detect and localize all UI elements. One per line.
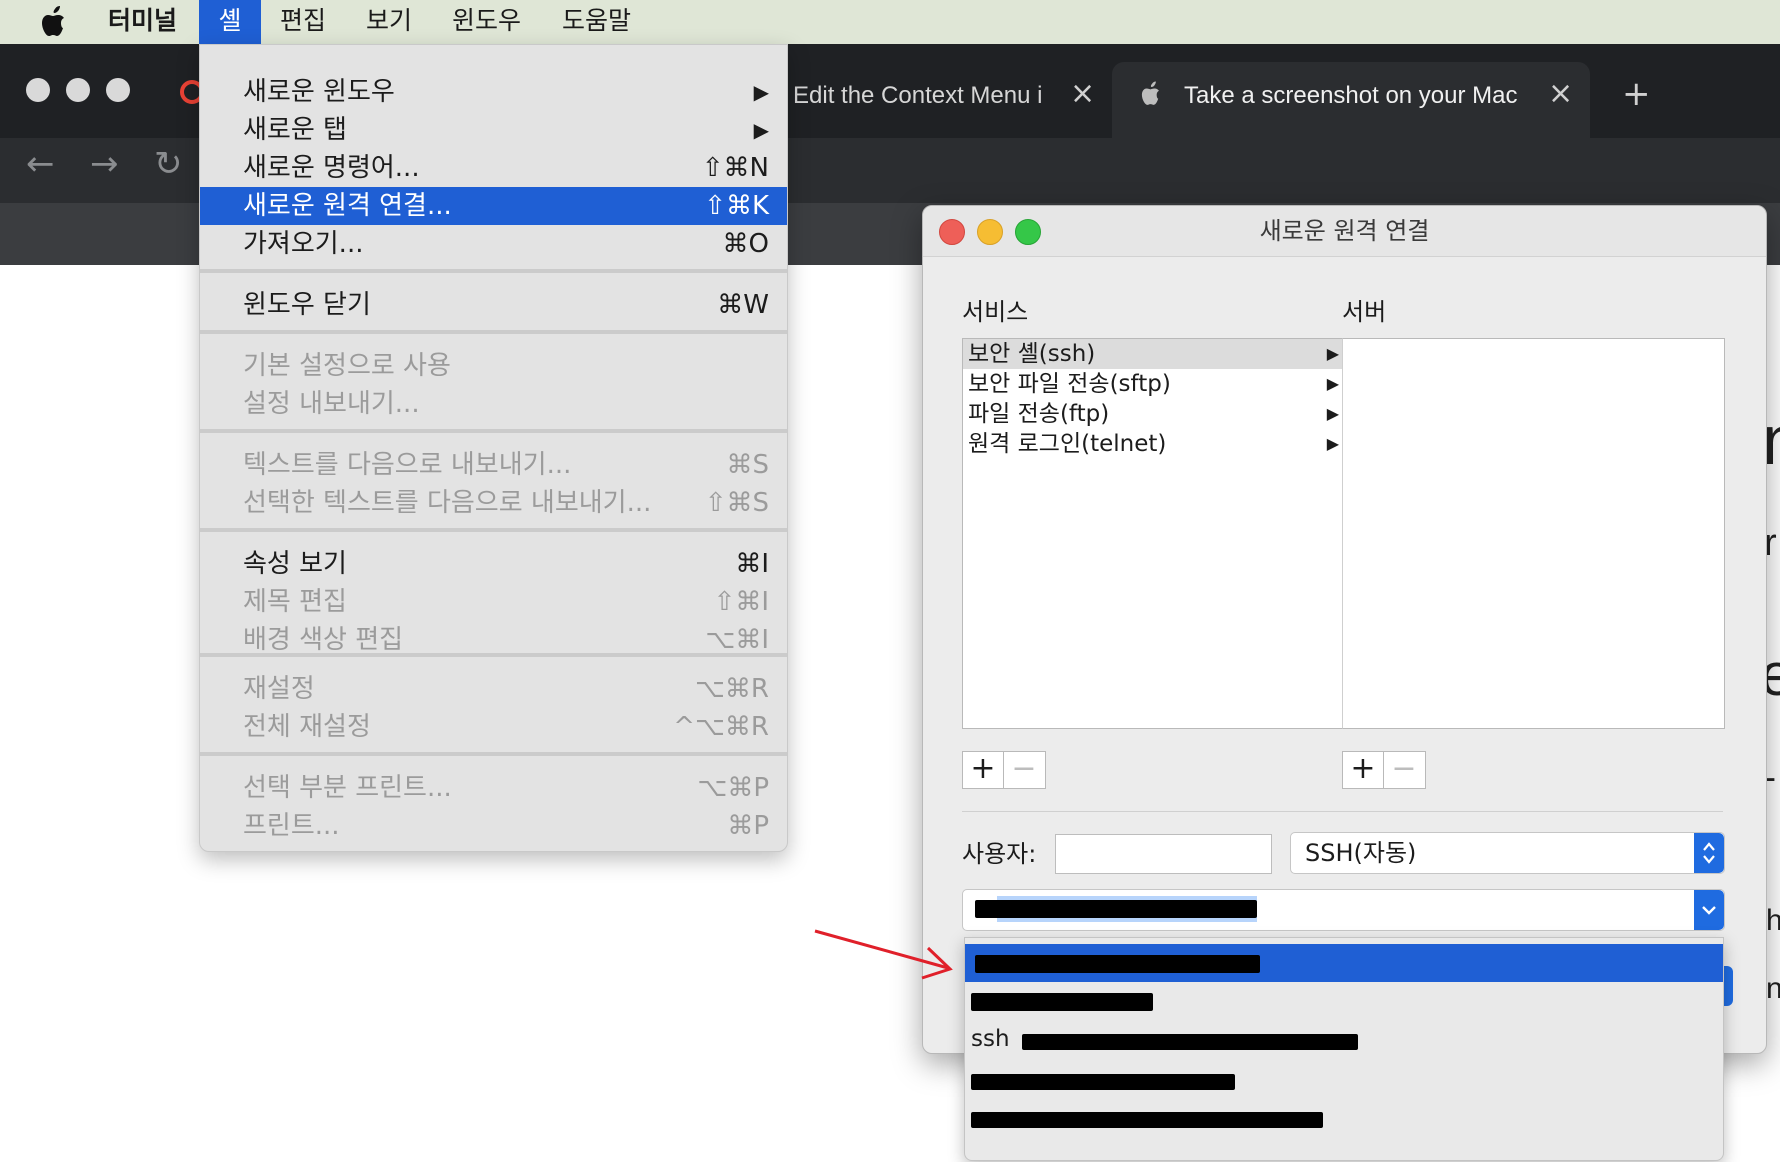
- service-row-sftp[interactable]: 보안 파일 전송(sftp) ▶: [963, 369, 1343, 399]
- submenu-arrow-icon: ▶: [753, 80, 769, 104]
- server-address-combo[interactable]: [962, 889, 1725, 931]
- menu-item-import[interactable]: 가져오기... ⌘O: [200, 225, 787, 263]
- page-text-fragment: h: [1766, 904, 1780, 937]
- stepper-arrows-icon: [1694, 833, 1724, 873]
- history-item[interactable]: [965, 944, 1723, 982]
- history-item[interactable]: ssh: [965, 1020, 1723, 1058]
- server-add-remove-group: + −: [1342, 751, 1426, 789]
- menu-item-show-inspector[interactable]: 속성 보기 ⌘I: [200, 545, 787, 583]
- dialog-titlebar: 새로운 원격 연결: [923, 206, 1766, 257]
- disclosure-arrow-icon: ▶: [1326, 374, 1339, 393]
- menu-item-hard-reset[interactable]: 전체 재설정 ^⌥⌘R: [200, 708, 787, 746]
- menu-edit[interactable]: 편집: [280, 0, 326, 44]
- servers-header: 서버: [1342, 298, 1387, 326]
- new-tab-icon[interactable]: +: [1622, 74, 1651, 114]
- menu-separator: [200, 653, 787, 657]
- user-label: 사용자:: [962, 840, 1037, 868]
- services-list[interactable]: 보안 셸(ssh) ▶ 보안 파일 전송(sftp) ▶ 파일 전송(ftp) ▶ 원…: [962, 338, 1344, 729]
- tab-title-screenshot[interactable]: Take a screenshot on your Mac: [1184, 82, 1532, 110]
- menu-item-print-selection[interactable]: 선택 부분 프린트... ⌥⌘P: [200, 769, 787, 807]
- menu-terminal[interactable]: 터미널: [108, 0, 177, 44]
- history-item[interactable]: [965, 982, 1723, 1020]
- menu-view[interactable]: 보기: [366, 0, 412, 44]
- dialog-title: 새로운 원격 연결: [1259, 217, 1430, 245]
- window-minimize-dot[interactable]: [66, 78, 90, 102]
- dialog-separator: [962, 811, 1723, 812]
- menu-item-new-tab[interactable]: 새로운 탭 ▶: [200, 111, 787, 149]
- page-text-fragment: n: [1766, 972, 1780, 1005]
- history-item[interactable]: [965, 1096, 1723, 1134]
- add-server-button[interactable]: +: [1343, 752, 1383, 788]
- menu-separator: [200, 330, 787, 334]
- shell-dropdown-menu: 새로운 윈도우 ▶ 새로운 탭 ▶ 새로운 명령어... ⇧⌘N 새로운 원격 연결.…: [199, 44, 788, 852]
- menu-separator: [200, 528, 787, 532]
- menu-window[interactable]: 윈도우: [452, 0, 521, 44]
- disclosure-arrow-icon: ▶: [1326, 434, 1339, 453]
- menu-separator: [200, 752, 787, 756]
- service-row-ssh[interactable]: 보안 셸(ssh) ▶: [963, 339, 1343, 369]
- redacted-address: [975, 955, 1260, 973]
- annotation-arrow-icon: [814, 929, 953, 980]
- menu-item-export-settings[interactable]: 설정 내보내기...: [200, 385, 787, 423]
- apple-favicon-icon: [1140, 80, 1164, 112]
- remove-service-button[interactable]: −: [1004, 752, 1044, 788]
- services-header: 서비스: [962, 298, 1029, 326]
- service-add-remove-group: + −: [962, 751, 1046, 789]
- chevron-down-icon[interactable]: [1694, 890, 1724, 930]
- forward-icon[interactable]: →: [90, 144, 119, 184]
- redacted-address: [1022, 1034, 1358, 1050]
- redacted-address: [975, 900, 1257, 918]
- history-item-prefix: ssh: [971, 1026, 1010, 1052]
- redacted-address: [971, 993, 1153, 1011]
- disclosure-arrow-icon: ▶: [1326, 344, 1339, 363]
- tab-title-context-menu[interactable]: Edit the Context Menu i: [793, 82, 1055, 110]
- disclosure-arrow-icon: ▶: [1326, 404, 1339, 423]
- service-row-ftp[interactable]: 파일 전송(ftp) ▶: [963, 399, 1343, 429]
- menu-item-new-command[interactable]: 새로운 명령어... ⇧⌘N: [200, 149, 787, 187]
- submenu-arrow-icon: ▶: [753, 118, 769, 142]
- back-icon[interactable]: ←: [26, 144, 55, 184]
- servers-list[interactable]: [1342, 338, 1725, 729]
- redacted-address: [971, 1074, 1235, 1090]
- menu-item-use-as-default[interactable]: 기본 설정으로 사용: [200, 347, 787, 385]
- service-row-telnet[interactable]: 원격 로그인(telnet) ▶: [963, 429, 1343, 459]
- window-close-dot[interactable]: [26, 78, 50, 102]
- tab-close-icon[interactable]: ×: [1548, 76, 1573, 111]
- server-history-list[interactable]: ssh: [964, 937, 1724, 1161]
- menu-item-export-text[interactable]: 텍스트를 다음으로 내보내기... ⌘S: [200, 446, 787, 484]
- menu-item-edit-title[interactable]: 제목 편집 ⇧⌘I: [200, 583, 787, 621]
- apple-menu-icon[interactable]: [40, 0, 74, 44]
- add-service-button[interactable]: +: [963, 752, 1003, 788]
- protocol-select[interactable]: SSH(자동): [1290, 832, 1725, 874]
- new-remote-connection-dialog: 새로운 원격 연결 서비스 서버 보안 셸(ssh) ▶ 보안 파일 전송(sft…: [922, 205, 1767, 1054]
- menu-help[interactable]: 도움말: [562, 0, 631, 44]
- menu-item-reset[interactable]: 재설정 ⌥⌘R: [200, 670, 787, 708]
- history-item[interactable]: [965, 1058, 1723, 1096]
- reload-icon[interactable]: ↻: [154, 144, 183, 184]
- redacted-address: [971, 1112, 1323, 1128]
- tab-close-icon[interactable]: ×: [1070, 76, 1095, 111]
- menu-item-close-window[interactable]: 윈도우 닫기 ⌘W: [200, 286, 787, 324]
- window-zoom-dot[interactable]: [106, 78, 130, 102]
- remove-server-button[interactable]: −: [1384, 752, 1424, 788]
- menu-shell[interactable]: 셸: [199, 0, 261, 44]
- menu-separator: [200, 429, 787, 433]
- menu-bar: 터미널 셸 편집 보기 윈도우 도움말: [0, 0, 1780, 44]
- menu-item-new-remote-connection[interactable]: 새로운 원격 연결... ⇧⌘K: [200, 187, 787, 225]
- menu-item-new-window[interactable]: 새로운 윈도우 ▶: [200, 73, 787, 111]
- user-input[interactable]: [1055, 834, 1272, 874]
- menu-separator: [200, 269, 787, 273]
- menu-item-export-selected-text[interactable]: 선택한 텍스트를 다음으로 내보내기... ⇧⌘S: [200, 484, 787, 522]
- menu-item-print[interactable]: 프린트... ⌘P: [200, 807, 787, 845]
